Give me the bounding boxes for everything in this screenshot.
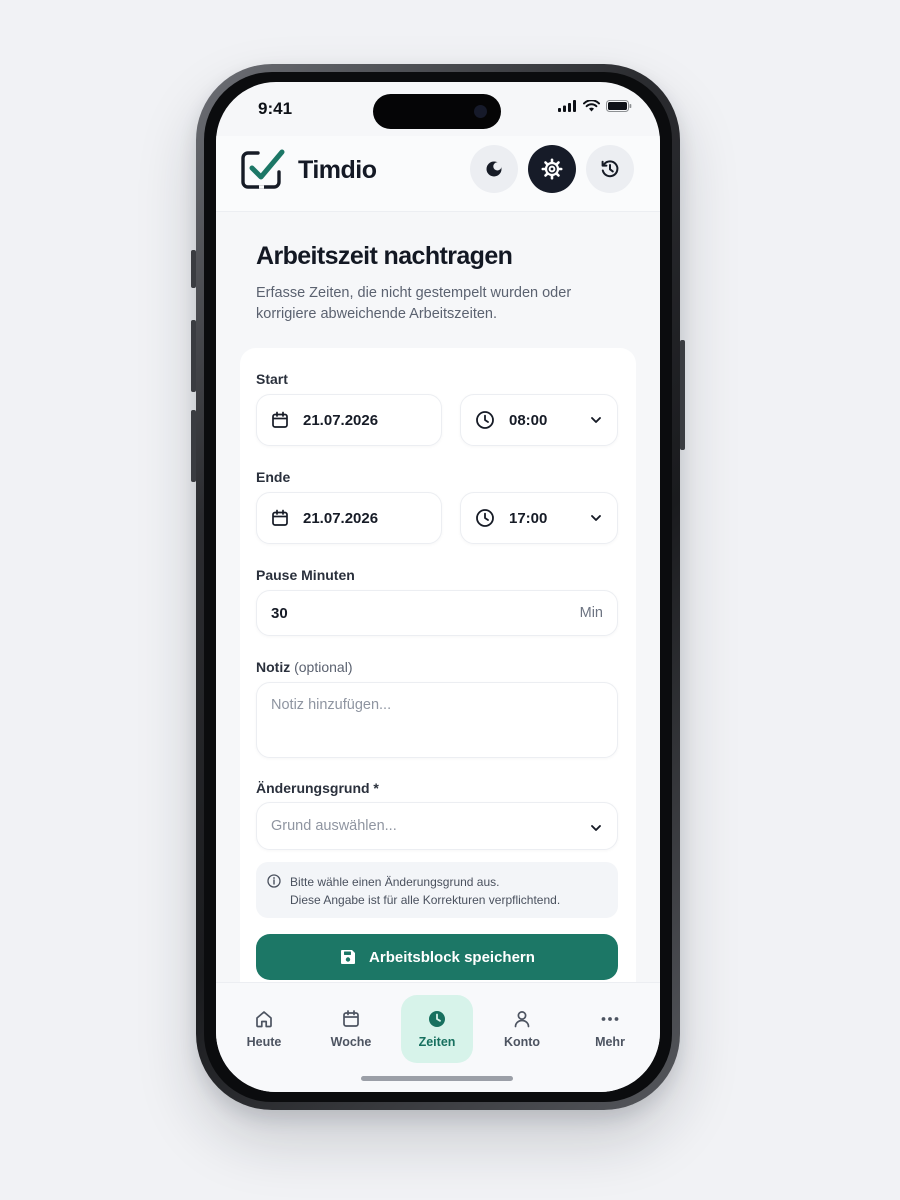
pause-minutes-input[interactable]: 30 Min — [256, 590, 618, 636]
note-label: Notiz (optional) — [256, 659, 352, 675]
note-textarea[interactable]: Notiz hinzufügen... — [256, 682, 618, 758]
status-time: 9:41 — [258, 99, 293, 118]
reason-info-box: Bitte wähle einen Änderungsgrund aus. Di… — [256, 862, 618, 918]
logo-icon — [241, 149, 285, 189]
dynamic-island — [373, 94, 501, 129]
settings-button[interactable] — [528, 145, 576, 193]
user-icon — [512, 1009, 532, 1029]
nav-label-heute: Heute — [246, 1035, 282, 1049]
history-button[interactable] — [586, 145, 634, 193]
start-label: Start — [256, 371, 288, 387]
nav-label-zeiten: Zeiten — [418, 1035, 456, 1049]
end-time-value: 17:00 — [509, 509, 548, 527]
chevron-down-icon — [589, 511, 603, 525]
pause-unit: Min — [579, 605, 603, 621]
end-date-value: 21.07.2026 — [303, 509, 379, 527]
info-icon — [267, 874, 281, 888]
page-subtitle: Erfasse Zeiten, die nicht gestempelt wur… — [256, 285, 572, 322]
clock-icon — [475, 410, 495, 430]
nav-label-woche: Woche — [330, 1035, 372, 1049]
end-time-select[interactable]: 17:00 — [460, 492, 618, 544]
wifi-icon — [583, 100, 600, 112]
start-time-select[interactable]: 08:00 — [460, 394, 618, 446]
calendar-icon — [271, 411, 289, 429]
time-entry-form: Start 21.07.2026 08:00 Ende 21.07.2026 1… — [240, 348, 636, 998]
end-date-field[interactable]: 21.07.2026 — [256, 492, 442, 544]
history-icon — [601, 160, 619, 178]
reason-label: Änderungsgrund * — [256, 780, 379, 796]
battery-icon — [606, 100, 632, 112]
phone-action-button — [191, 250, 196, 288]
phone-volume-up-button — [191, 320, 196, 392]
start-date-value: 21.07.2026 — [303, 411, 379, 429]
status-icons — [558, 100, 632, 112]
clock-icon — [427, 1009, 447, 1029]
nav-label-mehr: Mehr — [595, 1035, 625, 1049]
save-button[interactable]: Arbeitsblock speichern — [256, 934, 618, 980]
note-label-optional: (optional) — [294, 659, 353, 675]
chevron-down-icon — [589, 821, 603, 835]
page-title: Arbeitszeit nachtragen — [256, 242, 513, 270]
nav-item-heute[interactable]: Heute — [228, 995, 300, 1063]
status-bar: 9:41 — [216, 82, 660, 136]
more-icon — [600, 1009, 620, 1029]
save-button-label: Arbeitsblock speichern — [369, 948, 535, 966]
calendar-icon — [341, 1009, 361, 1029]
home-indicator[interactable] — [361, 1076, 513, 1081]
theme-toggle-button[interactable] — [470, 145, 518, 193]
phone-power-button — [680, 340, 685, 450]
signal-icon — [558, 100, 576, 112]
nav-item-woche[interactable]: Woche — [315, 995, 387, 1063]
note-label-text: Notiz — [256, 659, 291, 675]
info-line-2: Diese Angabe ist für alle Korrekturen ve… — [290, 893, 561, 907]
nav-label-konto: Konto — [503, 1035, 541, 1049]
phone-volume-down-button — [191, 410, 196, 482]
pause-label: Pause Minuten — [256, 567, 355, 583]
pause-value: 30 — [271, 604, 288, 622]
gear-icon — [541, 158, 563, 180]
reason-select[interactable]: Grund auswählen... — [256, 802, 618, 850]
end-label: Ende — [256, 469, 291, 485]
nav-item-zeiten[interactable]: Zeiten — [401, 995, 473, 1063]
save-icon — [339, 948, 357, 966]
nav-item-konto[interactable]: Konto — [486, 995, 558, 1063]
chevron-down-icon — [589, 413, 603, 427]
start-time-value: 08:00 — [509, 411, 548, 429]
app-header: Timdio — [216, 136, 660, 212]
phone-screen: 9:41 Timdio Arbeitszeit nachtragen Erfas… — [216, 82, 660, 1092]
start-date-field[interactable]: 21.07.2026 — [256, 394, 442, 446]
calendar-icon — [271, 509, 289, 527]
nav-item-mehr[interactable]: Mehr — [574, 995, 646, 1063]
clock-icon — [475, 508, 495, 528]
reason-placeholder: Grund auswählen... — [271, 818, 397, 834]
home-icon — [254, 1009, 274, 1029]
note-placeholder: Notiz hinzufügen... — [271, 697, 392, 713]
moon-icon — [486, 161, 502, 177]
brand: Timdio — [240, 148, 377, 192]
info-line-1: Bitte wähle einen Änderungsgrund aus. — [290, 875, 500, 889]
app-name: Timdio — [298, 155, 377, 184]
